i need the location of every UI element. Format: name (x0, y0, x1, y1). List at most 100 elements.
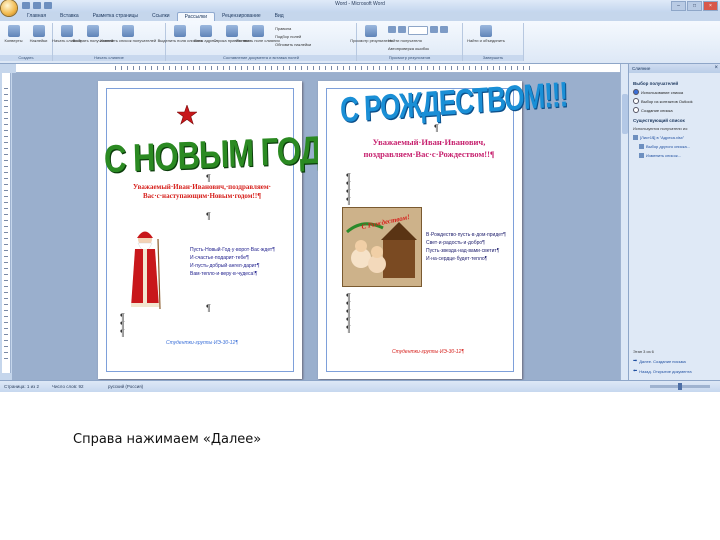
language-indicator[interactable]: русский (Россия) (108, 384, 143, 389)
group-label: Составление документа и вставка полей (166, 55, 356, 61)
section-heading: Выбор получателей (633, 81, 679, 86)
address-icon (200, 25, 212, 37)
section-heading: Существующий список (633, 118, 685, 123)
mail-merge-task-pane: Слияние × Выбор получателей Использовани… (628, 64, 720, 380)
tab-mailings[interactable]: Рассылки (176, 12, 216, 21)
edit-icon (639, 153, 644, 158)
tab-home[interactable]: Главная (20, 12, 53, 21)
auto-check-errors-button[interactable]: Автопроверка ошибок (388, 46, 448, 51)
greeting-icon (226, 25, 238, 37)
window-title: Word - Microsoft Word (335, 1, 385, 7)
edit-list-link[interactable]: Изменить список... (633, 153, 717, 158)
edit-recipients-button[interactable]: Изменить список получателей (100, 25, 156, 43)
vertical-ruler[interactable] (2, 73, 11, 373)
rules-button[interactable]: Правила (275, 26, 311, 31)
data-source-file: [Лист1$] в "Адреса.xlsx" (633, 135, 717, 140)
minimize-button[interactable]: – (671, 1, 686, 11)
match-fields-button[interactable]: Подбор полей (275, 34, 311, 39)
field-icon (252, 25, 264, 37)
poem-line: Свет·и·радость·и·добро¶ (426, 240, 485, 246)
zoom-knob[interactable] (678, 383, 682, 390)
group-label: Создать (0, 55, 52, 61)
tab-references[interactable]: Ссылки (145, 12, 177, 21)
previous-record-icon[interactable] (398, 26, 406, 33)
highlight-icon (174, 25, 186, 37)
group-label: Завершить (463, 55, 523, 61)
word-window: Word - Microsoft Word – □ × Главная Вста… (0, 0, 720, 392)
last-record-icon[interactable] (440, 26, 448, 33)
poem-line: Вам·тепло·и·веру·в·чудеса!¶ (190, 271, 258, 277)
title-bar: Word - Microsoft Word – □ × (0, 0, 720, 16)
next-step-link[interactable]: ➡ Далее. Создание письма (633, 358, 692, 364)
poem-line: В·Рождество·пусть·в·дом·придет¶ (426, 232, 506, 238)
christmas-wordart: С РОЖДЕСТВОМ!!! (339, 73, 568, 131)
update-labels-button[interactable]: Обновить наклейки (275, 42, 311, 47)
record-number-input[interactable] (408, 26, 428, 35)
ribbon: Конверты Наклейки Создать Начать слияние… (0, 21, 720, 64)
document-area[interactable]: С НОВЫМ ГОДОМ ¶ Уважаемый·Иван·Иванович,… (12, 73, 620, 380)
santa-claus-image (131, 231, 161, 310)
signature-text: Студентки·группы·ИЭ-30-12¶ (392, 349, 465, 355)
close-button[interactable]: × (703, 1, 718, 11)
envelope-icon (7, 25, 20, 37)
preview-results-button[interactable]: Просмотр результатов (350, 25, 392, 52)
document-page[interactable]: С НОВЫМ ГОДОМ ¶ Уважаемый·Иван·Иванович,… (98, 81, 369, 379)
group-create: Конверты Наклейки Создать (0, 23, 53, 61)
greeting-line-button[interactable]: Строка приветствия (213, 25, 251, 48)
radio-outlook[interactable]: Выбор из контактов Outlook (633, 98, 717, 104)
star-icon (177, 105, 197, 125)
select-another-list-link[interactable]: Выбор другого списка... (633, 144, 717, 149)
tab-insert[interactable]: Вставка (53, 12, 86, 21)
poem-text: Пусть·Новый·Год·у·ворот·Вас·ждет¶ И·счас… (190, 246, 275, 278)
ribbon-tabs: Главная Вставка Разметка страницы Ссылки… (20, 12, 291, 21)
address-block-button[interactable]: Блок адреса (194, 25, 218, 48)
tab-review[interactable]: Рецензирование (215, 12, 268, 21)
document-icon (61, 25, 73, 37)
first-record-icon[interactable] (388, 26, 396, 33)
insert-merge-field-button[interactable]: Вставить поле слияния (236, 25, 280, 48)
horizontal-ruler[interactable] (16, 64, 620, 73)
poem-line: Пусть·звезда·над·вами·светит¶ (426, 248, 500, 254)
envelopes-button[interactable]: Конверты (3, 25, 24, 43)
recipients-icon (87, 25, 99, 37)
radio-new-list[interactable]: Создание списка (633, 107, 717, 113)
step-indicator: Этап 3 из 6 (633, 349, 654, 354)
poem-line: И·на·сердце·будет·тепло¶ (426, 256, 488, 262)
poem-line: И·пусть·добрый·ангел·дарит¶ (190, 263, 260, 269)
previous-step-link[interactable]: ⬅ Назад. Открытие документа (633, 368, 692, 374)
task-pane-title: Слияние (632, 66, 651, 71)
radio-use-list[interactable]: Использование списка (633, 89, 717, 95)
window-controls: – □ × (671, 1, 718, 11)
tab-page-layout[interactable]: Разметка страницы (86, 12, 145, 21)
word-count[interactable]: Число слов: 92 (52, 384, 84, 389)
signature-text: Студентки·группы·ИЭ-30-12¶ (166, 340, 239, 346)
finish-icon (480, 25, 492, 37)
close-icon[interactable]: × (714, 64, 718, 73)
edit-list-icon (122, 25, 134, 37)
group-write-insert: Выделить поля слияния Блок адреса Строка… (158, 23, 357, 61)
radio-icon (633, 89, 639, 95)
page-count[interactable]: Страница: 1 из 2 (4, 384, 39, 389)
tab-view[interactable]: Вид (268, 12, 291, 21)
record-navigation (388, 26, 448, 35)
label-icon (32, 25, 45, 37)
preview-icon (365, 25, 377, 37)
wizard-steps: Этап 3 из 6 ➡ Далее. Создание письма ⬅ Наз… (633, 346, 692, 374)
list-icon (639, 144, 644, 149)
find-recipient-button[interactable]: Найти получателя (388, 38, 448, 43)
arrow-left-icon: ⬅ (633, 368, 638, 374)
group-label: Начать слияние (53, 55, 165, 61)
radio-icon (633, 107, 639, 113)
zoom-slider[interactable] (650, 383, 710, 390)
maximize-button[interactable]: □ (687, 1, 702, 11)
labels-button[interactable]: Наклейки (28, 25, 49, 43)
group-start-merge: Начать слияние Выбрать получателей Измен… (52, 23, 166, 61)
finish-merge-button[interactable]: Найти и объединить (466, 25, 506, 43)
next-record-icon[interactable] (430, 26, 438, 33)
status-bar: Страница: 1 из 2 Число слов: 92 русский … (0, 380, 720, 392)
highlight-fields-button[interactable]: Выделить поля слияния (158, 25, 202, 48)
document-page[interactable]: С РОЖДЕСТВОМ!!! ¶ Уважаемый·Иван·Иванови… (318, 74, 568, 379)
poem-line: Пусть·Новый·Год·у·ворот·Вас·ждет¶ (190, 247, 275, 253)
group-label: Просмотр результатов (357, 55, 462, 61)
group-finish: Найти и объединить Завершить (463, 23, 524, 61)
